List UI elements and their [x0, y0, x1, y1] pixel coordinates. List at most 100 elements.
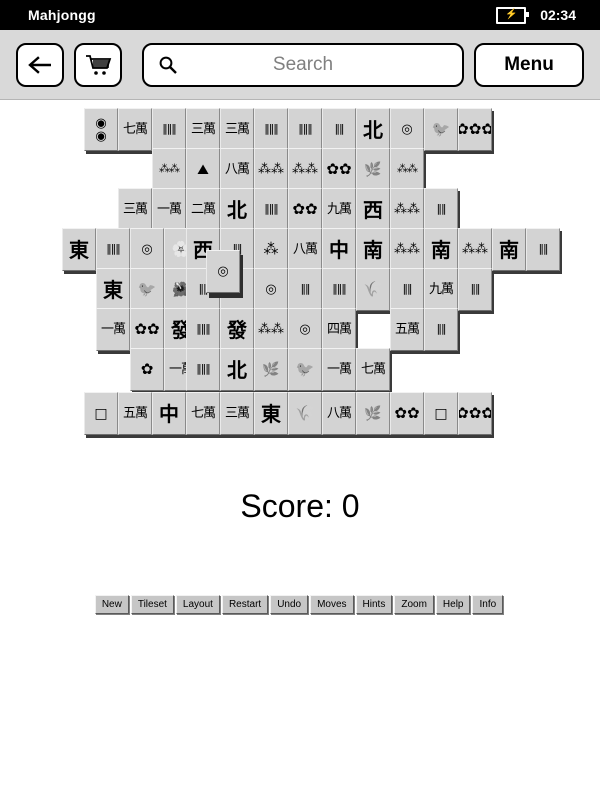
mahjong-tile[interactable]: 三萬 [220, 108, 254, 151]
tile-face: ✿✿ [134, 320, 160, 338]
mahjong-tile[interactable]: ⛰ [186, 148, 220, 191]
mahjong-tile[interactable]: 🌿 [356, 148, 390, 191]
mahjong-tile[interactable]: ‖‖‖ [254, 108, 288, 151]
mahjong-tile[interactable]: ‖‖ [424, 188, 458, 231]
mahjong-tile[interactable]: 五萬 [118, 392, 152, 435]
game-button-moves[interactable]: Moves [310, 595, 354, 614]
mahjong-tile[interactable]: ‖‖ [322, 108, 356, 151]
mahjong-tile[interactable]: 東 [254, 392, 288, 435]
mahjong-tile[interactable]: 九萬 [322, 188, 356, 231]
mahjong-tile[interactable]: ‖‖ [526, 228, 560, 271]
mahjong-tile[interactable]: 三萬 [118, 188, 152, 231]
mahjong-tile[interactable]: ‖‖‖ [152, 108, 186, 151]
mahjong-tile[interactable]: 🌿 [254, 348, 288, 391]
mahjong-tile[interactable]: 南 [424, 228, 458, 271]
mahjong-tile[interactable]: ⁂ [254, 228, 288, 271]
mahjong-tile[interactable]: 南 [356, 228, 390, 271]
mahjong-tile[interactable]: ‖‖‖ [186, 348, 220, 391]
mahjong-tile[interactable]: 發 [220, 308, 254, 351]
mahjong-tile[interactable]: 四萬 [322, 308, 356, 351]
mahjong-tile[interactable]: ✿✿✿ [458, 108, 492, 151]
menu-button[interactable]: Menu [474, 42, 584, 87]
mahjong-tile[interactable]: ◎ [288, 308, 322, 351]
mahjong-tile[interactable]: ‖‖ [288, 268, 322, 311]
mahjong-tile[interactable]: 一萬 [322, 348, 356, 391]
mahjong-tile[interactable]: 🐦 [130, 268, 164, 311]
mahjong-tile[interactable]: ✿✿ [390, 392, 424, 435]
mahjong-tile[interactable]: □ [424, 392, 458, 435]
mahjong-tile[interactable]: 西 [356, 188, 390, 231]
game-button-zoom[interactable]: Zoom [394, 595, 434, 614]
game-button-layout[interactable]: Layout [175, 595, 220, 614]
mahjong-board[interactable]: ◉ ◉ 七萬 ‖‖‖ 三萬 三萬 ‖‖‖ ‖‖‖ ‖‖ 北 ◎ 🐦 ✿✿✿ ⁂⁂ ⛰ 八萬 ⁂⁂ ⁂⁂ ✿✿ 🌿 ⁂⁂ 三… [0, 100, 600, 460]
shopping-cart-icon [86, 54, 112, 75]
mahjong-tile[interactable]: 中 [322, 228, 356, 271]
mahjong-tile[interactable]: 三萬 [220, 392, 254, 435]
mahjong-tile[interactable]: 八萬 [288, 228, 322, 271]
mahjong-tile[interactable]: 一萬 [96, 308, 130, 351]
mahjong-tile[interactable]: 七萬 [186, 392, 220, 435]
mahjong-tile[interactable]: 一萬 [152, 188, 186, 231]
mahjong-tile[interactable]: 七萬 [356, 348, 390, 391]
mahjong-tile[interactable]: ‖‖‖ [96, 228, 130, 271]
search-input[interactable]: Search [142, 42, 464, 87]
shopping-cart-button[interactable] [74, 42, 122, 87]
mahjong-tile[interactable]: 🐦 [424, 108, 458, 151]
mahjong-tile[interactable]: ✿ [130, 348, 164, 391]
mahjong-tile[interactable]: 東 [96, 268, 130, 311]
mahjong-tile[interactable]: 北 [220, 348, 254, 391]
mahjong-tile[interactable]: ‖‖‖ [186, 308, 220, 351]
game-button-tileset[interactable]: Tileset [130, 595, 174, 614]
mahjong-tile[interactable]: ✿✿ [322, 148, 356, 191]
mahjong-tile[interactable]: 三萬 [186, 108, 220, 151]
mahjong-tile[interactable]: ◎ [254, 268, 288, 311]
mahjong-tile[interactable]: ⁂⁂ [254, 308, 288, 351]
mahjong-tile[interactable]: ⁂⁂ [390, 188, 424, 231]
game-button-undo[interactable]: Undo [270, 595, 309, 614]
mahjong-tile[interactable]: 🌾 [288, 392, 322, 435]
mahjong-tile[interactable]: 東 [62, 228, 96, 271]
game-button-info[interactable]: Info [472, 595, 504, 614]
mahjong-tile[interactable]: □ [84, 392, 118, 435]
mahjong-tile[interactable]: 二萬 [186, 188, 220, 231]
mahjong-tile[interactable]: ⁂⁂ [390, 228, 424, 271]
mahjong-tile[interactable]: 🐦 [288, 348, 322, 391]
mahjong-tile[interactable]: ‖‖ [458, 268, 492, 311]
mahjong-tile[interactable]: 八萬 [220, 148, 254, 191]
mahjong-tile[interactable]: ◎ [390, 108, 424, 151]
mahjong-tile[interactable]: ‖‖ [390, 268, 424, 311]
mahjong-tile[interactable]: 南 [492, 228, 526, 271]
mahjong-tile[interactable]: 中 [152, 392, 186, 435]
tile-face: 八萬 [224, 162, 250, 177]
mahjong-tile[interactable]: ◎ [206, 250, 240, 293]
mahjong-tile[interactable]: ‖‖‖ [254, 188, 288, 231]
mahjong-tile[interactable]: ⁂⁂ [254, 148, 288, 191]
mahjong-tile[interactable]: 北 [220, 188, 254, 231]
mahjong-tile[interactable]: ‖‖ [424, 308, 458, 351]
mahjong-tile[interactable]: ‖‖‖ [288, 108, 322, 151]
mahjong-tile[interactable]: 🌾 [356, 268, 390, 311]
mahjong-tile[interactable]: 九萬 [424, 268, 458, 311]
game-button-new[interactable]: New [94, 595, 129, 614]
mahjong-tile[interactable]: 五萬 [390, 308, 424, 351]
mahjong-tile[interactable]: ⁂⁂ [288, 148, 322, 191]
mahjong-tile[interactable]: ‖‖‖ [322, 268, 356, 311]
tile-face: 🐦 [431, 120, 451, 138]
game-button-hints[interactable]: Hints [355, 595, 393, 614]
mahjong-tile[interactable]: ✿✿ [130, 308, 164, 351]
mahjong-tile[interactable]: ✿✿✿ [458, 392, 492, 435]
back-button[interactable] [16, 42, 64, 87]
mahjong-tile[interactable]: ⁂⁂ [152, 148, 186, 191]
mahjong-tile[interactable]: ◉ ◉ [84, 108, 118, 151]
game-button-help[interactable]: Help [435, 595, 471, 614]
mahjong-tile[interactable]: ⁂⁂ [458, 228, 492, 271]
mahjong-tile[interactable]: 🌿 [356, 392, 390, 435]
mahjong-tile[interactable]: ⁂⁂ [390, 148, 424, 191]
tile-face: 中 [329, 237, 349, 262]
mahjong-tile[interactable]: ◎ [130, 228, 164, 271]
mahjong-tile[interactable]: ✿✿ [288, 188, 322, 231]
mahjong-tile[interactable]: 北 [356, 108, 390, 151]
game-button-restart[interactable]: Restart [221, 595, 269, 614]
mahjong-tile[interactable]: 八萬 [322, 392, 356, 435]
mahjong-tile[interactable]: 七萬 [118, 108, 152, 151]
